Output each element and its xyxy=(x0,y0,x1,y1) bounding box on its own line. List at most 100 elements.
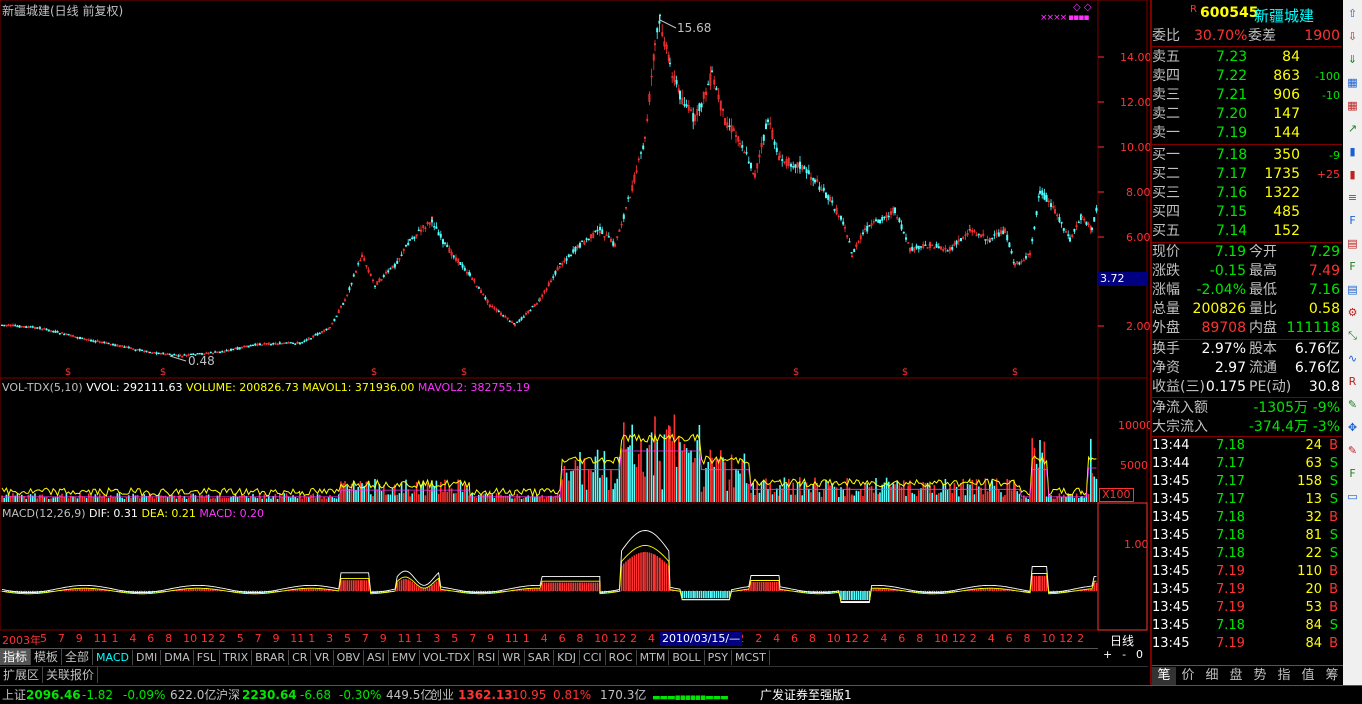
detail-tab[interactable]: 势 xyxy=(1248,667,1272,685)
indicator-tab[interactable]: MTM xyxy=(637,650,670,665)
tab-extension[interactable]: 扩展区 xyxy=(0,667,44,683)
candle-body xyxy=(678,90,681,100)
candle-body xyxy=(594,230,597,233)
zoom-in-button[interactable]: + xyxy=(1103,648,1112,665)
f10-icon[interactable]: F xyxy=(1343,211,1362,230)
quote-label: 净资 xyxy=(1152,360,1180,376)
zoom-icon[interactable]: ⤡ xyxy=(1343,326,1362,345)
bar-chart-icon[interactable]: ▦ xyxy=(1343,73,1362,92)
cy-index-label[interactable]: 创业 xyxy=(430,686,454,704)
move-icon[interactable]: ✥ xyxy=(1343,418,1362,437)
volume-bar xyxy=(489,493,491,502)
rsi-icon[interactable]: R xyxy=(1343,372,1362,391)
indicator-tab[interactable]: VOL-TDX xyxy=(420,650,475,665)
volume-bar xyxy=(903,480,905,502)
ask-row[interactable]: 卖二 7.20 147 xyxy=(1152,105,1342,124)
indicator-tab[interactable]: WR xyxy=(499,650,525,665)
volume-bar xyxy=(599,477,601,502)
bid-row[interactable]: 买五 7.14 152 xyxy=(1152,222,1342,241)
doc-icon[interactable]: ▤ xyxy=(1343,234,1362,253)
indicator-tab[interactable]: MACD xyxy=(93,650,134,665)
volume-bar xyxy=(344,481,346,502)
indicator-tab[interactable]: DMI xyxy=(133,650,162,665)
candle-red-icon[interactable]: ▮ xyxy=(1343,165,1362,184)
bid-row[interactable]: 买一 7.18 350 -9 xyxy=(1152,146,1342,165)
table-icon[interactable]: ▤ xyxy=(1343,280,1362,299)
zoom-reset-button[interactable]: 0 xyxy=(1136,648,1143,665)
indicator-tab[interactable]: CCI xyxy=(580,650,606,665)
indicator-tab[interactable]: 全部 xyxy=(62,649,94,665)
detail-tab[interactable]: 价 xyxy=(1176,667,1200,685)
indicator-tab[interactable]: PSY xyxy=(705,650,732,665)
candle-body xyxy=(569,254,572,257)
ask-row[interactable]: 卖三 7.21 906 -10 xyxy=(1152,86,1342,105)
ask-row[interactable]: 卖一 7.19 144 xyxy=(1152,124,1342,143)
volume-bar xyxy=(329,494,331,502)
volume-bar xyxy=(565,472,568,502)
period-label[interactable]: 日线 xyxy=(1110,632,1134,649)
indicator-tab[interactable]: VR xyxy=(311,650,334,665)
indicator-tab[interactable]: RSI xyxy=(474,650,500,665)
bid-row[interactable]: 买三 7.16 1322 xyxy=(1152,184,1342,203)
volume-bar xyxy=(568,480,570,502)
bid-row[interactable]: 买二 7.17 1735 +25 xyxy=(1152,165,1342,184)
list-icon[interactable]: ≡ xyxy=(1343,188,1362,207)
quote-label: 换手 xyxy=(1152,341,1180,357)
bid-row[interactable]: 买四 7.15 485 xyxy=(1152,203,1342,222)
zoom-out-button[interactable]: - xyxy=(1122,648,1126,665)
f5-icon[interactable]: F xyxy=(1343,464,1362,483)
indicator-tab[interactable]: SAR xyxy=(525,650,555,665)
indicator-tab[interactable]: MCST xyxy=(732,650,770,665)
grid-icon[interactable]: ▦ xyxy=(1343,96,1362,115)
volume-bar xyxy=(703,486,705,502)
volume-bar xyxy=(733,487,735,502)
wave-icon[interactable]: ∿ xyxy=(1343,349,1362,368)
tick-side: B xyxy=(1329,564,1338,579)
candle-icon[interactable]: ▮ xyxy=(1343,142,1362,161)
indicator-tab[interactable]: KDJ xyxy=(554,650,581,665)
candle-body xyxy=(1043,192,1046,200)
draw-icon[interactable]: ✎ xyxy=(1343,441,1362,460)
f-icon[interactable]: F xyxy=(1343,257,1362,276)
detail-tab[interactable]: 筹 xyxy=(1320,667,1344,685)
indicator-tab[interactable]: BOLL xyxy=(669,650,705,665)
indicator-tab[interactable]: CR xyxy=(289,650,312,665)
indicator-tab[interactable]: 模板 xyxy=(31,649,63,665)
level-price: 7.16 xyxy=(1216,185,1248,201)
volume-bar xyxy=(361,483,363,502)
sh-index-label[interactable]: 上证 xyxy=(2,686,26,704)
detail-tab[interactable]: 细 xyxy=(1200,667,1224,685)
ask-row[interactable]: 卖五 7.23 84 xyxy=(1152,48,1342,67)
detail-tab[interactable]: 盘 xyxy=(1224,667,1248,685)
volume-bar xyxy=(426,482,429,502)
indicator-tab[interactable]: OBV xyxy=(334,650,364,665)
sz-index-label[interactable]: 沪深 xyxy=(216,686,240,704)
tick-price: 7.18 xyxy=(1216,510,1245,525)
window-icon[interactable]: ▭ xyxy=(1343,487,1362,506)
indicator-tab[interactable]: EMV xyxy=(389,650,420,665)
indicator-tab[interactable]: BRAR xyxy=(252,650,290,665)
ask-row[interactable]: 卖四 7.22 863 -100 xyxy=(1152,67,1342,86)
indicator-tab[interactable]: TRIX xyxy=(220,650,253,665)
date-tick: 6 xyxy=(147,632,155,645)
arrow-down-outline-icon[interactable]: ⇓ xyxy=(1343,50,1362,69)
volume-bar xyxy=(96,497,99,502)
indicator-tab[interactable]: FSL xyxy=(194,650,220,665)
indicator-tab[interactable]: 指标 xyxy=(0,649,32,665)
volume-bar xyxy=(12,493,14,502)
indicator-tab[interactable]: ASI xyxy=(364,650,389,665)
tab-related-quotes[interactable]: 关联报价 xyxy=(43,667,99,683)
kline-chart-area[interactable]: $ $ $ $ $ $ $ xyxy=(0,0,1148,664)
gear-icon[interactable]: ⚙ xyxy=(1343,303,1362,322)
detail-tab[interactable]: 指 xyxy=(1272,667,1296,685)
pencil-icon[interactable]: ✎ xyxy=(1343,395,1362,414)
detail-tab[interactable]: 值 xyxy=(1296,667,1320,685)
low-price-label: 0.48 xyxy=(188,354,215,368)
line-chart-icon[interactable]: ↗ xyxy=(1343,119,1362,138)
arrow-up-icon[interactable]: ⇧ xyxy=(1343,4,1362,23)
detail-tab[interactable]: 笔 xyxy=(1152,667,1176,685)
indicator-tab[interactable]: DMA xyxy=(161,650,194,665)
indicator-tab[interactable]: ROC xyxy=(606,650,637,665)
candle-body xyxy=(18,325,21,328)
arrow-down-icon[interactable]: ⇩ xyxy=(1343,27,1362,46)
